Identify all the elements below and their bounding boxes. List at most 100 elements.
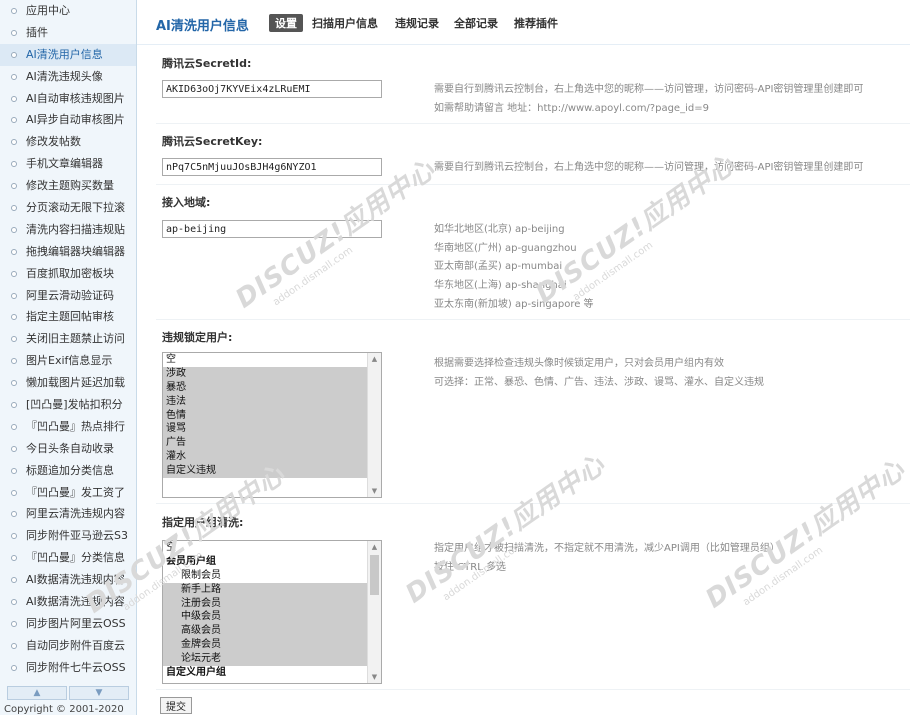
- submit-button[interactable]: 提交: [160, 697, 192, 714]
- sidebar-item[interactable]: 插件: [0, 22, 136, 44]
- scroll-down-button[interactable]: ▼: [69, 686, 129, 700]
- select-option[interactable]: 新手上路: [163, 582, 381, 597]
- select-option[interactable]: 暴恐: [163, 380, 381, 395]
- sidebar-item[interactable]: 修改发帖数: [0, 131, 136, 153]
- select-option[interactable]: 自定义用户组: [163, 666, 381, 680]
- user-groups-scrollbar[interactable]: ▲ ▼: [367, 541, 381, 683]
- tab-violation-records[interactable]: 违规记录: [395, 15, 439, 31]
- sidebar-item[interactable]: 标题追加分类信息: [0, 460, 136, 482]
- region-tip-5: 亚太东南(新加坡) ap-singapore 等: [434, 299, 594, 310]
- user-groups-label: 指定用户组清洗:: [162, 516, 244, 529]
- sidebar-item[interactable]: 同步图片阿里云OSS: [0, 613, 136, 635]
- select-option[interactable]: 论坛元老: [163, 652, 381, 667]
- sidebar-item[interactable]: 图片Exif信息显示: [0, 350, 136, 372]
- sidebar-item[interactable]: 分页滚动无限下拉滚: [0, 197, 136, 219]
- watermark: DISCUZ!应用中心 addon.dismall.com: [400, 449, 611, 610]
- sidebar-item[interactable]: AI清洗违规头像: [0, 66, 136, 88]
- select-option[interactable]: 广告: [163, 436, 381, 451]
- region-tip-3: 亚太南部(孟买) ap-mumbai: [434, 261, 563, 272]
- sidebar-item[interactable]: 指定主题回帖审核: [0, 306, 136, 328]
- sidebar-item[interactable]: 阿里云清洗违规内容: [0, 503, 136, 525]
- region-input[interactable]: [162, 220, 382, 238]
- lock-users-label: 违规锁定用户:: [162, 331, 233, 344]
- sidebar-item[interactable]: 『凹凸曼』分类信息: [0, 547, 136, 569]
- select-option[interactable]: 空: [163, 541, 381, 555]
- divider: [156, 319, 910, 320]
- sidebar-item[interactable]: 阿里云滑动验证码: [0, 285, 136, 307]
- lock-users-tip-1: 根据需要选择检查违规头像时候锁定用户，只对会员用户组内有效: [434, 358, 724, 369]
- tab-scan-user-info[interactable]: 扫描用户信息: [312, 15, 378, 31]
- sidebar-item[interactable]: 手机文章编辑器: [0, 153, 136, 175]
- select-option[interactable]: 注册会员: [163, 596, 381, 611]
- watermark: DISCUZ!应用中心 addon.dismall.com: [700, 454, 910, 615]
- sidebar: 应用中心 插件 AI清洗用户信息 AI清洗违规头像 AI自动审核违规图片 AI异步自动审核…: [0, 0, 137, 715]
- scrollbar-thumb[interactable]: [370, 555, 379, 595]
- scroll-down-icon[interactable]: ▼: [368, 671, 381, 683]
- divider: [156, 503, 910, 504]
- scroll-up-button[interactable]: ▲: [7, 686, 67, 700]
- sidebar-item[interactable]: AI自动审核违规图片: [0, 88, 136, 110]
- tab-all-records[interactable]: 全部记录: [454, 15, 498, 31]
- divider: [156, 689, 910, 690]
- select-option[interactable]: 自定义违规: [163, 464, 381, 479]
- select-option[interactable]: 灌水: [163, 450, 381, 465]
- secret-id-input[interactable]: [162, 80, 382, 98]
- user-groups-select[interactable]: 空会员用户组 限制会员 新手上路 注册会员 中级会员 高级会员 金牌会员 论坛元老 自定义用户组…: [162, 540, 382, 684]
- sidebar-item[interactable]: 修改主题购买数量: [0, 175, 136, 197]
- sidebar-item[interactable]: 同步附件亚马逊云S3: [0, 525, 136, 547]
- scroll-up-icon[interactable]: ▲: [368, 353, 381, 365]
- select-option[interactable]: 中级会员: [163, 610, 381, 625]
- page-title: AI清洗用户信息: [156, 19, 249, 34]
- sidebar-item[interactable]: 今日头条自动收录: [0, 438, 136, 460]
- sidebar-item[interactable]: AI清洗用户信息: [0, 43, 136, 66]
- select-option[interactable]: 空: [163, 353, 381, 367]
- sidebar-menu: 应用中心 插件 AI清洗用户信息 AI清洗违规头像 AI自动审核违规图片 AI异步自动审核…: [0, 0, 136, 679]
- secret-id-label: 腾讯云SecretId:: [162, 57, 252, 70]
- select-option[interactable]: 色情: [163, 408, 381, 423]
- sidebar-item[interactable]: 『凹凸曼』发工资了: [0, 482, 136, 504]
- select-option[interactable]: 限制会员: [163, 569, 381, 583]
- scroll-up-icon[interactable]: ▲: [368, 541, 381, 553]
- header-bar: AI清洗用户信息 设置 扫描用户信息 违规记录 全部记录 推荐插件: [137, 0, 910, 45]
- sidebar-item[interactable]: [凹凸曼]发帖扣积分: [0, 394, 136, 416]
- select-option[interactable]: 谩骂: [163, 422, 381, 437]
- secret-key-input[interactable]: [162, 158, 382, 176]
- divider: [156, 184, 910, 185]
- secret-id-tip-1: 需要自行到腾讯云控制台，右上角选中您的昵称——访问管理，访问密码-API密钥管理…: [434, 84, 864, 95]
- user-groups-tip-1: 指定用户组才被扫描清洗，不指定就不用清洗，减少API调用（比如管理员组）: [434, 543, 780, 554]
- divider: [156, 123, 910, 124]
- tab-settings[interactable]: 设置: [269, 14, 303, 32]
- sidebar-item[interactable]: 同步附件七牛云OSS: [0, 657, 136, 679]
- scroll-down-icon[interactable]: ▼: [368, 485, 381, 497]
- region-label: 接入地域:: [162, 196, 211, 209]
- region-tip-2: 华南地区(广州) ap-guangzhou: [434, 243, 577, 254]
- sidebar-item[interactable]: 『凹凸曼』热点排行: [0, 416, 136, 438]
- sidebar-item[interactable]: 应用中心: [0, 0, 136, 22]
- sidebar-item[interactable]: 拖拽编辑器块编辑器: [0, 241, 136, 263]
- tab-recommended-plugins[interactable]: 推荐插件: [514, 15, 558, 31]
- lock-users-select[interactable]: 空涉政 暴恐 违法 色情 谩骂 广告 灌水 自定义违规 ▲ ▼: [162, 352, 382, 498]
- secret-id-tip-2: 如需帮助请留言 地址：http://www.apoyl.com/?page_id…: [434, 103, 709, 114]
- sidebar-item[interactable]: 百度抓取加密板块: [0, 263, 136, 285]
- secret-key-tip: 需要自行到腾讯云控制台，右上角选中您的昵称——访问管理，访问密码-API密钥管理…: [434, 162, 864, 173]
- sidebar-item[interactable]: AI数据清洗违规内容: [0, 591, 136, 613]
- sidebar-item[interactable]: AI异步自动审核图片: [0, 109, 136, 131]
- sidebar-scroll-buttons: ▲ ▼: [7, 686, 129, 700]
- region-tip-4: 华东地区(上海) ap-shanghai: [434, 280, 567, 291]
- lock-users-tip-2: 可选择：正常、暴恐、色情、广告、违法、涉政、谩骂、灌水、自定义违规: [434, 377, 764, 388]
- select-option[interactable]: 会员用户组: [163, 555, 381, 569]
- sidebar-item[interactable]: 清洗内容扫描违规贴: [0, 219, 136, 241]
- copyright-text: Copyright © 2001-2020: [4, 704, 124, 715]
- sidebar-item[interactable]: AI数据清洗违规内容: [0, 569, 136, 591]
- sidebar-item[interactable]: 关闭旧主题禁止访问: [0, 328, 136, 350]
- sidebar-item[interactable]: 自动同步附件百度云: [0, 635, 136, 657]
- sidebar-item[interactable]: 懒加载图片延迟加载: [0, 372, 136, 394]
- region-tip-1: 如华北地区(北京) ap-beijing: [434, 224, 565, 235]
- select-option[interactable]: 金牌会员: [163, 638, 381, 653]
- lock-users-scrollbar[interactable]: ▲ ▼: [367, 353, 381, 497]
- select-option[interactable]: 涉政: [163, 366, 381, 381]
- main-panel: AI清洗用户信息 设置 扫描用户信息 违规记录 全部记录 推荐插件 腾讯云Sec…: [80, 0, 910, 715]
- secret-key-label: 腾讯云SecretKey:: [162, 135, 263, 148]
- select-option[interactable]: 违法: [163, 394, 381, 409]
- select-option[interactable]: 高级会员: [163, 624, 381, 639]
